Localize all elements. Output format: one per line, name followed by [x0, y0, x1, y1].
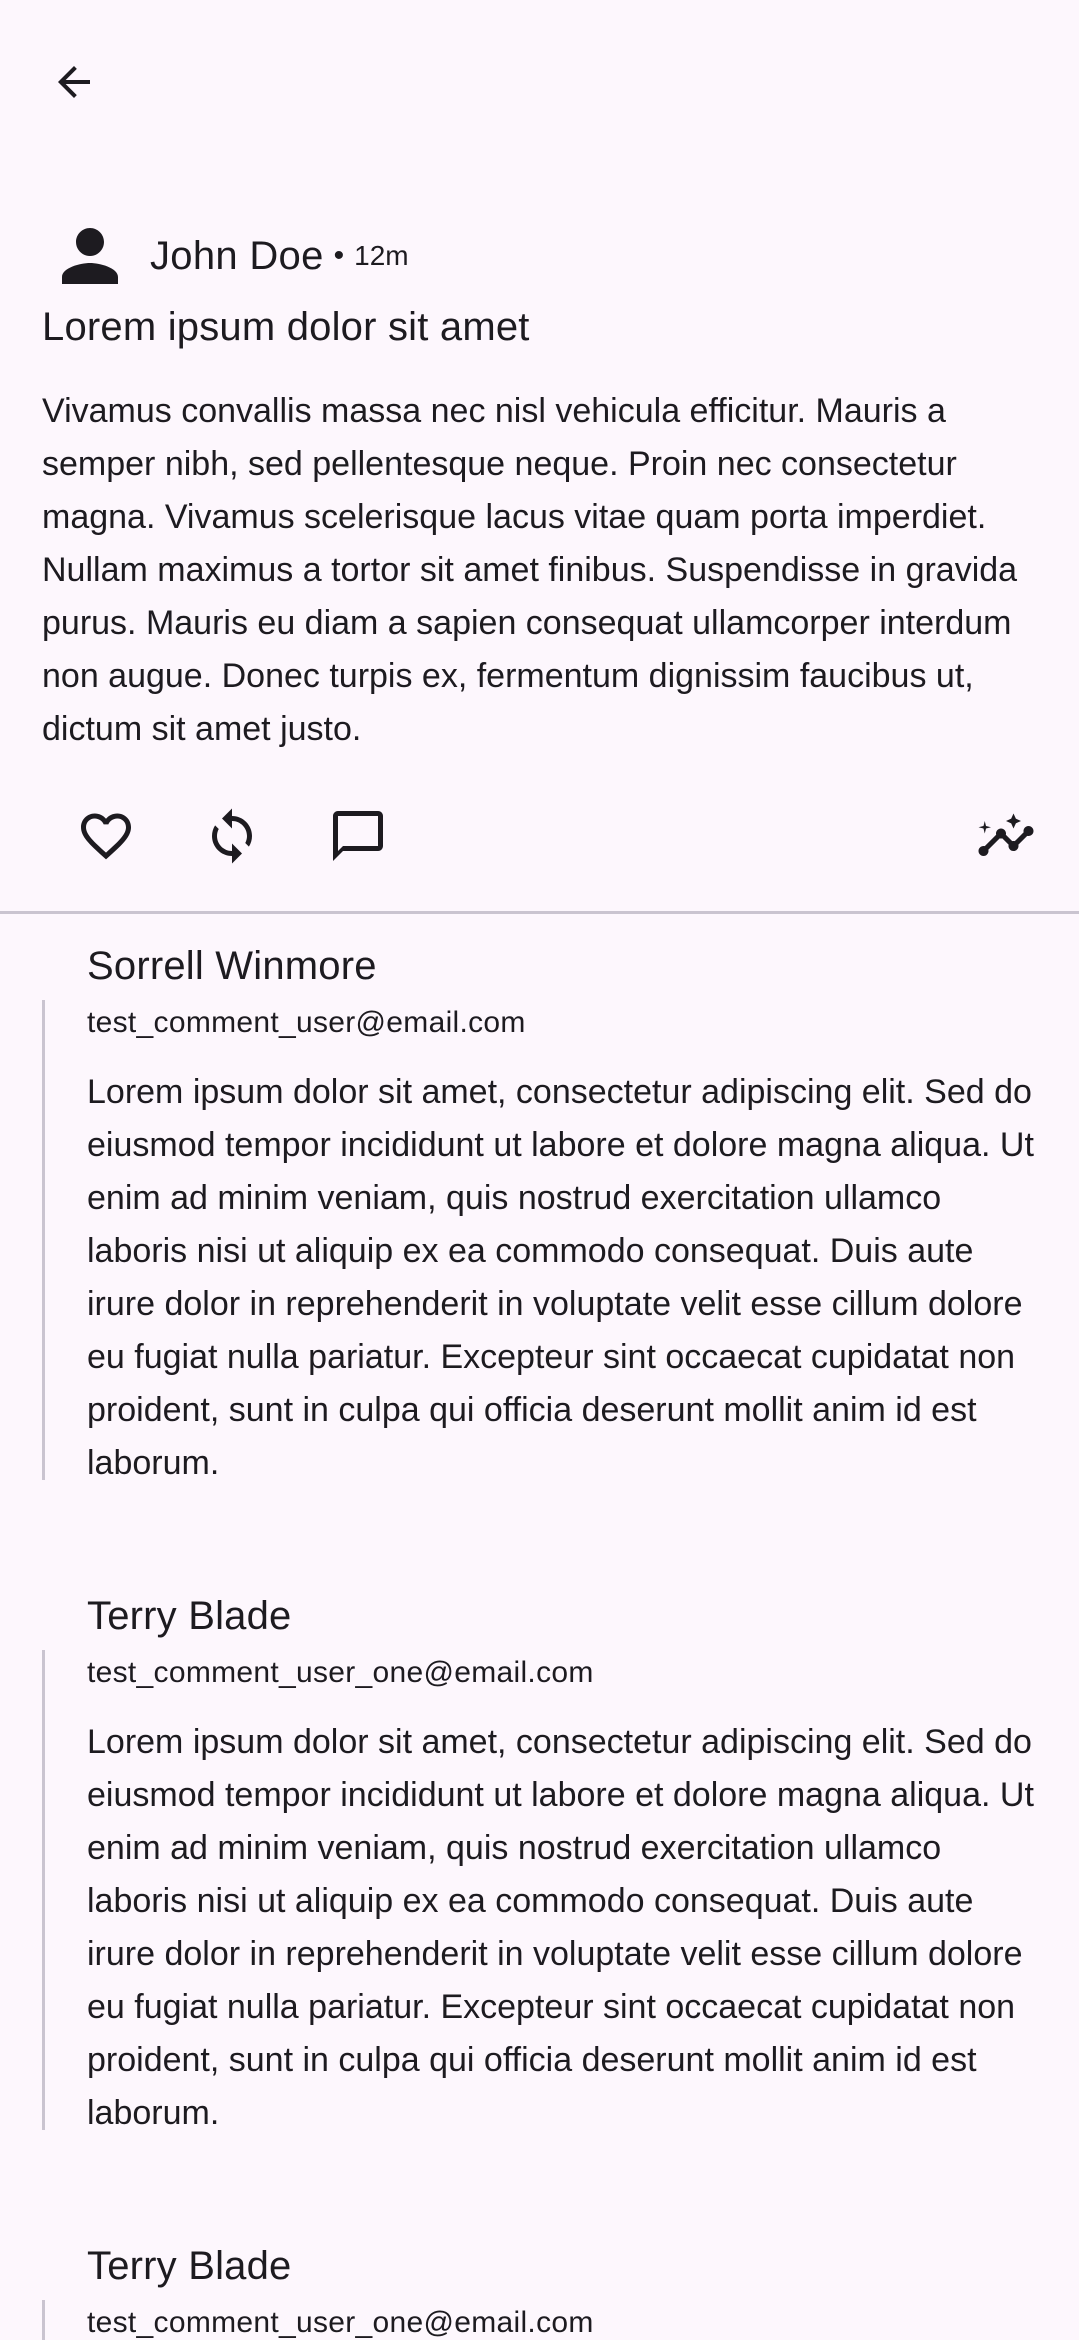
post-time: 12m: [354, 240, 409, 271]
insights-button[interactable]: [958, 788, 1054, 884]
comment-author-name: Terry Blade: [87, 2244, 292, 2288]
comment-author-name: Sorrell Winmore: [87, 944, 377, 988]
avatar[interactable]: [42, 208, 138, 304]
post-author-row: John Doe • 12m: [42, 196, 409, 316]
top-app-bar: [0, 0, 1079, 170]
comment-text: Lorem ipsum dolor sit amet, consectetur …: [87, 1723, 1034, 2132]
like-button[interactable]: [58, 788, 154, 884]
comment-author-email: test_comment_user_one@email.com: [87, 2306, 594, 2339]
back-button[interactable]: [32, 40, 116, 124]
chat-bubble-outline-icon: [333, 811, 383, 861]
heart-outline-icon: [81, 813, 131, 860]
post-body: Vivamus convallis massa nec nisl vehicul…: [42, 392, 1018, 748]
comment-button[interactable]: [310, 788, 406, 884]
post-title: Lorem ipsum dolor sit amet: [42, 305, 530, 349]
post-actions: [0, 788, 1079, 918]
thread-line: [42, 1650, 45, 2130]
thread-line: [42, 2300, 45, 2340]
separator-dot: •: [333, 239, 345, 272]
comment-text: Lorem ipsum dolor sit amet, consectetur …: [87, 1073, 1034, 1482]
sync-icon: [212, 808, 252, 864]
thread-line: [42, 1000, 45, 1480]
comment-author-name: Terry Blade: [87, 1594, 292, 1638]
comment-author-email: test_comment_user@email.com: [87, 1006, 526, 1039]
insights-icon: [978, 813, 1034, 856]
repost-button[interactable]: [184, 788, 280, 884]
divider: [0, 911, 1079, 914]
comment-author-email: test_comment_user_one@email.com: [87, 1656, 594, 1689]
post-author-name[interactable]: John Doe: [150, 234, 324, 279]
arrow-back-icon: [58, 66, 90, 98]
person-icon: [62, 228, 118, 284]
